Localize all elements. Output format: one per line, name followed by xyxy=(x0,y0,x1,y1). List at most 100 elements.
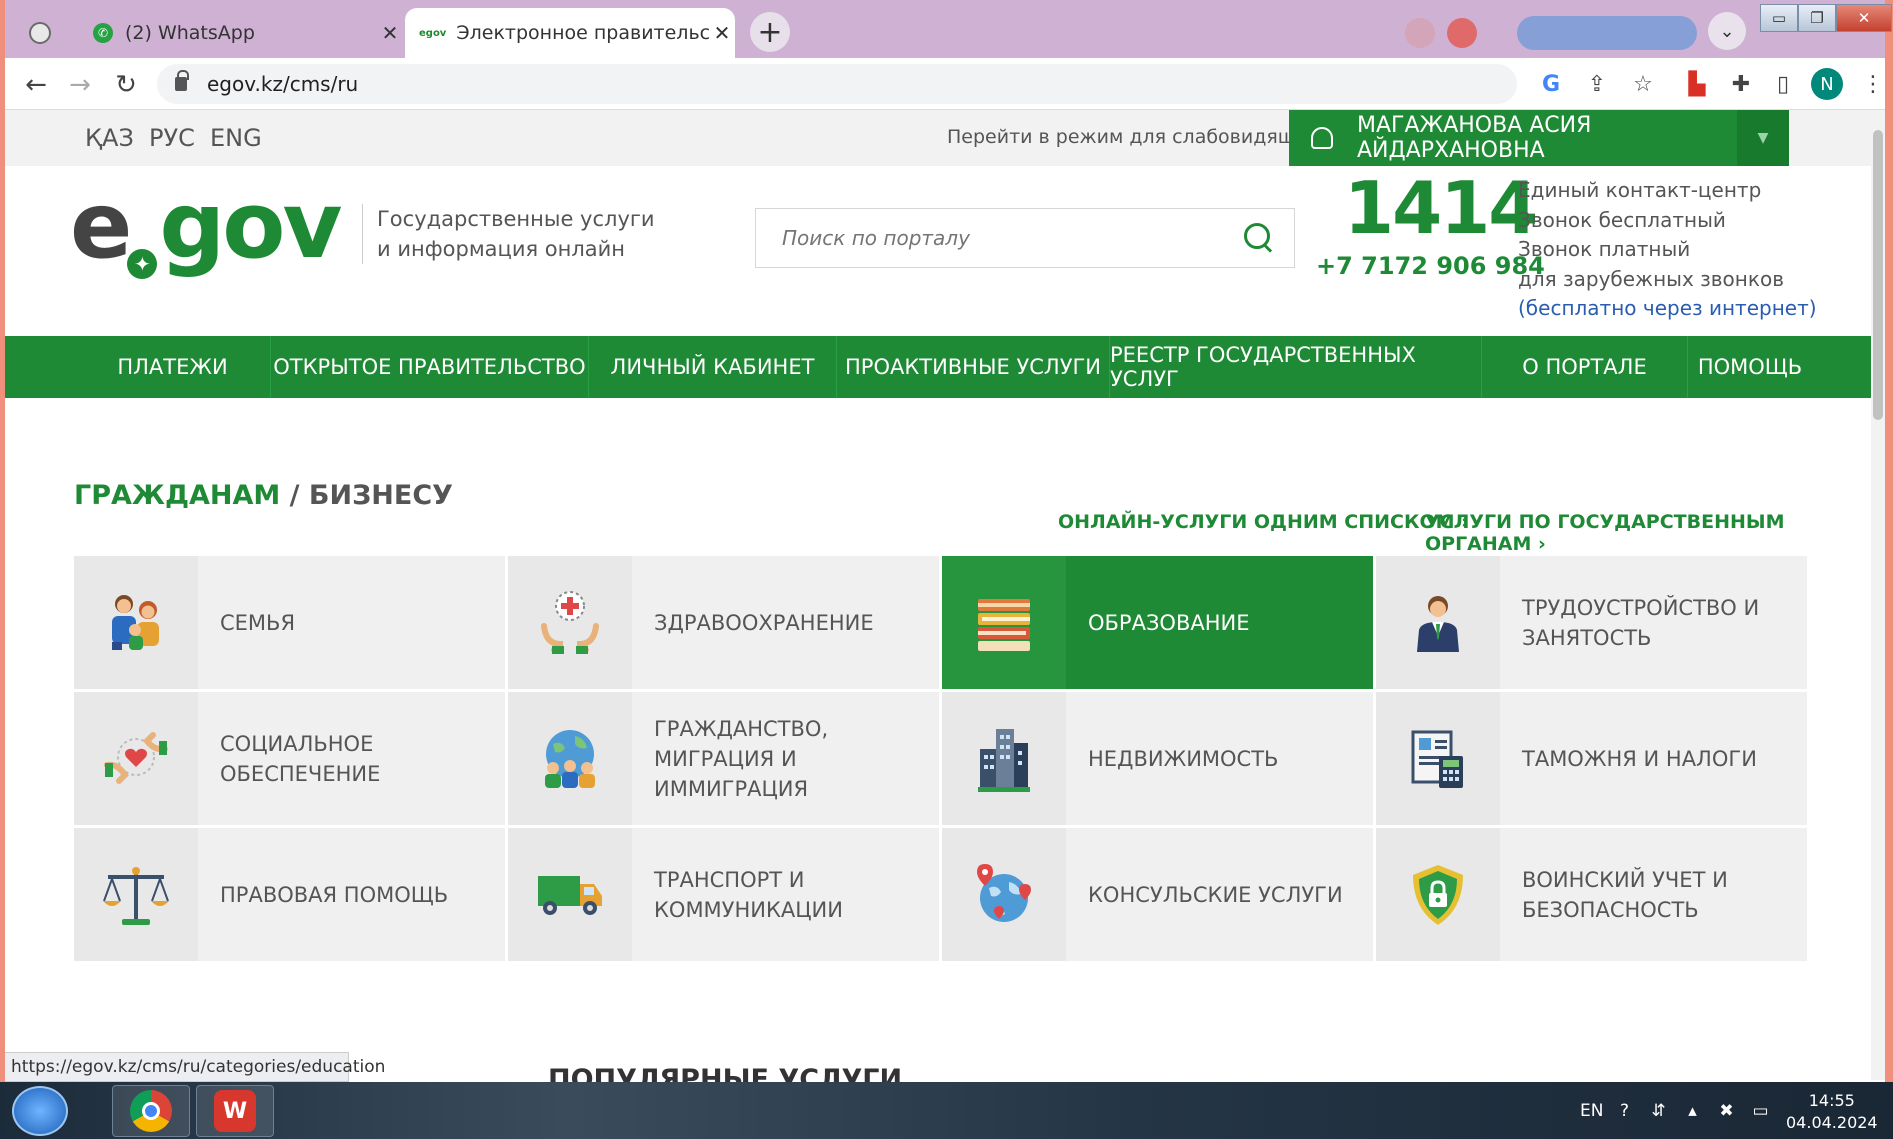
system-tray: EN ? ⇵ ▴ ✖ ▭ xyxy=(1580,1082,1783,1139)
taskbar-wps[interactable]: W xyxy=(196,1085,274,1137)
category-label: КОНСУЛЬСКИЕ УСЛУГИ xyxy=(1088,882,1343,907)
extensions-puzzle-icon[interactable]: ✚ xyxy=(1725,68,1757,100)
wps-office-icon: W xyxy=(214,1090,256,1132)
category-legal-aid[interactable]: ПРАВОВАЯ ПОМОЩЬ xyxy=(74,828,505,961)
start-button[interactable] xyxy=(12,1086,68,1136)
chevron-down-icon[interactable]: ▼ xyxy=(1737,110,1789,166)
new-tab-button[interactable]: + xyxy=(750,12,790,52)
keyboard-language[interactable]: EN xyxy=(1580,1101,1603,1121)
category-education[interactable]: ОБРАЗОВАНИЕ xyxy=(942,556,1373,689)
side-panel-icon[interactable]: ▯ xyxy=(1767,68,1799,100)
nav-services-registry[interactable]: РЕЕСТР ГОСУДАРСТВЕННЫХ УСЛУГ xyxy=(1110,336,1482,398)
category-healthcare[interactable]: ЗДРАВООХРАНЕНИЕ xyxy=(508,556,939,689)
tab-egov[interactable]: egov Электронное правительство Ре ✕ xyxy=(405,8,735,58)
employee-icon xyxy=(1376,556,1500,689)
volume-muted-icon[interactable]: ✖ xyxy=(1715,1100,1737,1122)
category-family[interactable]: СЕМЬЯ xyxy=(74,556,505,689)
category-label: НЕДВИЖИМОСТЬ xyxy=(1088,746,1279,771)
category-label: ТРАНСПОРТ И КОММУНИКАЦИИ xyxy=(654,867,843,922)
share-icon[interactable]: ⇪ xyxy=(1581,68,1613,100)
minimize-button[interactable]: ▭ xyxy=(1760,4,1798,32)
help-icon[interactable]: ? xyxy=(1613,1100,1635,1122)
link-status-bar: https://egov.kz/cms/ru/categories/educat… xyxy=(5,1052,385,1082)
search-icon[interactable] xyxy=(1244,223,1274,253)
category-label: ТРУДОУСТРОЙСТВО И ЗАНЯТОСТЬ xyxy=(1522,595,1760,650)
category-real-estate[interactable]: НЕДВИЖИМОСТЬ xyxy=(942,692,1373,825)
category-label: СОЦИАЛЬНОЕ ОБЕСПЕЧЕНИЕ xyxy=(220,731,381,786)
category-label: ОБРАЗОВАНИЕ xyxy=(1088,610,1250,635)
nav-help[interactable]: ПОМОЩЬ xyxy=(1688,336,1812,398)
nav-open-government[interactable]: ОТКРЫТОЕ ПРАВИТЕЛЬСТВО xyxy=(271,336,589,398)
action-center-icon[interactable]: ▭ xyxy=(1749,1100,1771,1122)
tab-search-icon[interactable] xyxy=(19,8,61,58)
all-services-link[interactable]: ОНЛАЙН-УСЛУГИ ОДНИМ СПИСКОМ › xyxy=(1058,511,1469,533)
nav-proactive-services[interactable]: ПРОАКТИВНЫЕ УСЛУГИ xyxy=(837,336,1110,398)
category-customs-taxes[interactable]: ТАМОЖНЯ И НАЛОГИ xyxy=(1376,692,1807,825)
google-icon[interactable]: G xyxy=(1535,68,1567,100)
close-tab-icon[interactable]: ✕ xyxy=(709,21,735,45)
blurred-extensions xyxy=(1405,14,1705,52)
reload-icon[interactable]: ↻ xyxy=(109,68,143,102)
browser-tab-strip: ✆ (2) WhatsApp ✕ egov Электронное правит… xyxy=(5,0,1892,58)
nav-payments[interactable]: ПЛАТЕЖИ xyxy=(75,336,271,398)
url-field[interactable]: egov.kz/cms/ru xyxy=(157,64,1517,104)
profile-avatar[interactable]: N xyxy=(1811,68,1843,100)
network-icon[interactable]: ⇵ xyxy=(1647,1100,1669,1122)
category-label: ПРАВОВАЯ ПОМОЩЬ xyxy=(220,882,449,907)
close-window-button[interactable]: ✕ xyxy=(1836,4,1892,32)
category-citizenship-migration[interactable]: ГРАЖДАНСТВО, МИГРАЦИЯ И ИММИГРАЦИЯ xyxy=(508,692,939,825)
lang-rus[interactable]: РУС xyxy=(149,124,195,152)
tab-search-dropdown-icon[interactable]: ⌄ xyxy=(1708,12,1746,50)
top-utility-bar: ҚАЗ РУС ENG Перейти в режим для слабовид… xyxy=(5,110,1871,166)
user-menu[interactable]: МАГАЖАНОВА АСИЯ АЙДАРХАНОВНА ▼ xyxy=(1289,110,1789,166)
category-transport[interactable]: ТРАНСПОРТ И КОММУНИКАЦИИ xyxy=(508,828,939,961)
category-grid: СЕМЬЯ ЗДРАВООХРАНЕНИЕ ОБРАЗОВАНИЕ ТРУДОУ… xyxy=(74,556,1808,961)
services-by-agency-link[interactable]: УСЛУГИ ПО ГОСУДАРСТВЕННЫМ ОРГАНАМ › xyxy=(1425,511,1893,555)
show-hidden-icons-icon[interactable]: ▴ xyxy=(1681,1100,1703,1122)
tagline-line1: Государственные услуги xyxy=(377,207,655,231)
contact-line: Единый контакт-центр xyxy=(1518,178,1762,202)
nav-about[interactable]: О ПОРТАЛЕ xyxy=(1482,336,1688,398)
url-text: egov.kz/cms/ru xyxy=(207,72,359,96)
lock-icon xyxy=(175,70,189,91)
address-bar-row: ← → ↻ egov.kz/cms/ru G ⇪ ☆ ▙ ✚ ▯ N ⋮ xyxy=(5,58,1885,110)
search-box xyxy=(755,208,1295,268)
page-scrollbar[interactable] xyxy=(1871,110,1885,1080)
contact-line: Звонок бесплатный xyxy=(1518,207,1726,232)
category-label: ВОИНСКИЙ УЧЕТ И БЕЗОПАСНОСТЬ xyxy=(1522,867,1728,922)
close-tab-icon[interactable]: ✕ xyxy=(377,21,403,45)
os-taskbar: W EN ? ⇵ ▴ ✖ ▭ 14:55 04.04.2024 xyxy=(0,1082,1893,1139)
menu-kebab-icon[interactable]: ⋮ xyxy=(1857,68,1889,100)
user-icon xyxy=(1311,127,1333,149)
lang-eng[interactable]: ENG xyxy=(210,124,262,152)
tab-whatsapp[interactable]: ✆ (2) WhatsApp ✕ xyxy=(83,8,403,58)
search-input[interactable] xyxy=(756,226,1244,250)
forward-icon[interactable]: → xyxy=(63,68,97,102)
scrollbar-thumb[interactable] xyxy=(1873,130,1883,420)
contact-line: Звонок платный xyxy=(1518,237,1691,261)
pdf-extension-icon[interactable]: ▙ xyxy=(1681,68,1713,100)
globe-pins-icon xyxy=(942,828,1066,961)
restore-button[interactable]: ❐ xyxy=(1798,4,1836,32)
accessibility-mode-link[interactable]: Перейти в режим для слабовидящих xyxy=(947,126,1319,148)
egov-logo[interactable]: e ✦gov xyxy=(70,180,342,279)
nav-personal-account[interactable]: ЛИЧНЫЙ КАБИНЕТ xyxy=(589,336,837,398)
bookmark-star-icon[interactable]: ☆ xyxy=(1627,68,1659,100)
category-label: ЗДРАВООХРАНЕНИЕ xyxy=(654,610,874,635)
scales-icon xyxy=(74,828,198,961)
category-employment[interactable]: ТРУДОУСТРОЙСТВО И ЗАНЯТОСТЬ xyxy=(1376,556,1807,689)
category-military-security[interactable]: ВОИНСКИЙ УЧЕТ И БЕЗОПАСНОСТЬ xyxy=(1376,828,1807,961)
lang-kaz[interactable]: ҚАЗ xyxy=(85,124,134,152)
category-social-security[interactable]: СОЦИАЛЬНОЕ ОБЕСПЕЧЕНИЕ xyxy=(74,692,505,825)
back-icon[interactable]: ← xyxy=(19,68,53,102)
taskbar-clock[interactable]: 14:55 04.04.2024 xyxy=(1786,1090,1878,1134)
tab-citizens[interactable]: ГРАЖДАНАМ xyxy=(74,480,280,511)
window-frame-right xyxy=(1885,0,1893,1139)
tab-title: Электронное правительство Ре xyxy=(456,22,709,44)
free-internet-call-link[interactable]: (бесплатно через интернет) xyxy=(1518,294,1817,324)
category-consular[interactable]: КОНСУЛЬСКИЕ УСЛУГИ xyxy=(942,828,1373,961)
taskbar-chrome[interactable] xyxy=(112,1085,190,1137)
category-label: СЕМЬЯ xyxy=(220,610,296,635)
tab-business[interactable]: БИЗНЕСУ xyxy=(309,480,453,511)
title-separator: / xyxy=(280,480,309,511)
